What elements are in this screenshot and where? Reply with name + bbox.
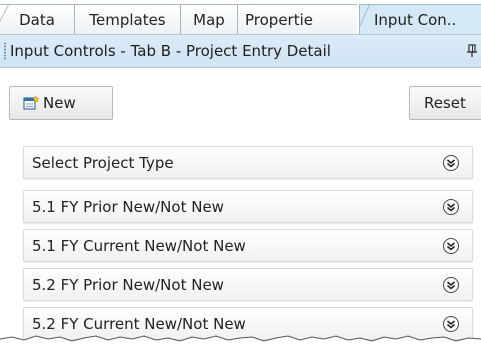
tab-label: Propertie [245, 11, 313, 29]
new-document-icon [23, 95, 40, 110]
list-item[interactable]: 5.1 FY Current New/Not New [23, 229, 473, 262]
list-item-label: 5.1 FY Current New/Not New [32, 237, 246, 255]
pin-icon[interactable] [465, 43, 479, 59]
new-button-label: New [43, 94, 76, 112]
list-item[interactable]: 5.1 FY Prior New/Not New [23, 190, 473, 223]
list-item-label: 5.2 FY Prior New/Not New [32, 276, 224, 294]
panel-header: Input Controls - Tab B - Project Entry D… [0, 35, 481, 68]
input-controls-window: Data Templates Map Propertie Input Con..… [0, 0, 481, 347]
expand-chevron-icon[interactable] [442, 154, 460, 172]
tab-map[interactable]: Map [180, 4, 238, 34]
new-button[interactable]: New [9, 86, 113, 120]
tab-templates[interactable]: Templates [74, 4, 181, 34]
expand-chevron-icon[interactable] [442, 276, 460, 294]
list-item-label: 5.1 FY Prior New/Not New [32, 198, 224, 216]
panel-title: Input Controls - Tab B - Project Entry D… [10, 42, 331, 60]
tab-label: Input Con.. [374, 11, 457, 29]
list-item-label: Select Project Type [32, 154, 174, 172]
tab-input-controls[interactable]: Input Con.. [359, 4, 481, 34]
grip-handle[interactable] [4, 42, 6, 60]
expand-chevron-icon[interactable] [442, 198, 460, 216]
tab-properties[interactable]: Propertie [237, 4, 357, 34]
expand-chevron-icon[interactable] [442, 315, 460, 333]
reset-button-label: Reset [424, 94, 466, 112]
expand-chevron-icon[interactable] [442, 237, 460, 255]
reset-button[interactable]: Reset [409, 86, 481, 120]
tab-label: Data [19, 11, 55, 29]
tab-label: Templates [89, 11, 166, 29]
tab-label: Map [193, 11, 225, 29]
tab-strip: Data Templates Map Propertie Input Con.. [0, 0, 481, 35]
list-item[interactable]: 5.2 FY Prior New/Not New [23, 268, 473, 301]
torn-edge-decoration [0, 335, 481, 347]
tab-data[interactable]: Data [0, 4, 75, 34]
list-item[interactable]: Select Project Type [23, 146, 473, 179]
